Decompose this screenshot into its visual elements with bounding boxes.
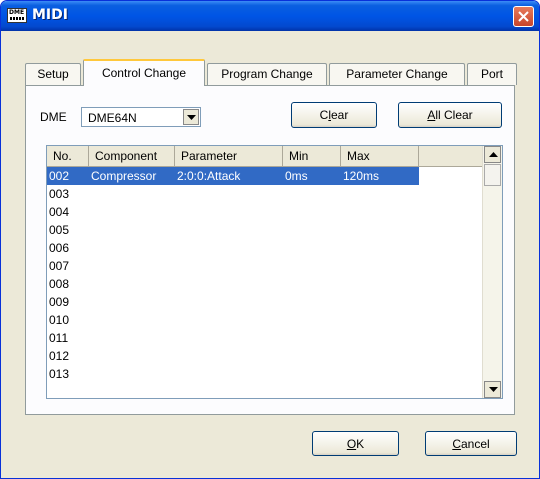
cancel-button[interactable]: Cancel: [425, 431, 517, 456]
table-row[interactable]: 012: [47, 347, 483, 365]
ok-button[interactable]: OK: [312, 431, 399, 456]
scroll-up-arrow-icon: [489, 152, 498, 157]
tab-control-change[interactable]: Control Change: [83, 59, 205, 86]
column-header-empty: [419, 146, 483, 166]
scroll-down-arrow-icon: [489, 387, 498, 392]
window-title: MIDI: [32, 7, 68, 23]
tab-setup[interactable]: Setup: [25, 63, 81, 85]
scroll-down-button[interactable]: [484, 381, 501, 398]
clear-button[interactable]: Clear: [291, 102, 377, 128]
table-row[interactable]: 003: [47, 185, 483, 203]
dme-label: DME: [40, 110, 67, 124]
table-row-selected[interactable]: 002 Compressor 2:0:0:Attack 0ms 120ms: [47, 167, 419, 185]
dme-app-icon: DME: [7, 8, 27, 23]
dropdown-arrow-button[interactable]: [183, 109, 199, 125]
midi-dialog: DME MIDI Setup Control Change Program Ch…: [0, 0, 540, 479]
tab-parameter-change[interactable]: Parameter Change: [329, 63, 465, 85]
assignment-list[interactable]: No. Component Parameter Min Max 002 Comp…: [46, 145, 503, 399]
table-row[interactable]: 011: [47, 329, 483, 347]
table-row[interactable]: 005: [47, 221, 483, 239]
scroll-thumb[interactable]: [484, 164, 501, 186]
chevron-down-icon: [187, 115, 196, 120]
column-header-component[interactable]: Component: [89, 146, 175, 166]
dme-select[interactable]: DME64N: [81, 107, 201, 127]
table-row[interactable]: 013: [47, 365, 483, 383]
tab-port[interactable]: Port: [467, 63, 517, 85]
scroll-up-button[interactable]: [484, 146, 501, 163]
column-header-no[interactable]: No.: [47, 146, 89, 166]
table-row[interactable]: 009: [47, 293, 483, 311]
table-row[interactable]: 010: [47, 311, 483, 329]
control-change-panel: DME DME64N Clear All Clear No. Component…: [25, 85, 515, 415]
table-row[interactable]: 004: [47, 203, 483, 221]
all-clear-button[interactable]: All Clear: [398, 102, 502, 128]
tab-program-change[interactable]: Program Change: [207, 63, 327, 85]
table-row[interactable]: 006: [47, 239, 483, 257]
close-icon: [518, 11, 529, 22]
vertical-scrollbar[interactable]: [482, 146, 502, 398]
column-header-max[interactable]: Max: [341, 146, 419, 166]
title-bar[interactable]: DME MIDI: [1, 1, 539, 31]
dme-select-value: DME64N: [88, 111, 137, 125]
column-header-parameter[interactable]: Parameter: [175, 146, 283, 166]
list-header: No. Component Parameter Min Max: [47, 146, 483, 167]
close-button[interactable]: [513, 6, 534, 27]
table-row[interactable]: 007: [47, 257, 483, 275]
list-rows: 002 Compressor 2:0:0:Attack 0ms 120ms 00…: [47, 167, 483, 383]
table-row[interactable]: 008: [47, 275, 483, 293]
column-header-min[interactable]: Min: [283, 146, 341, 166]
